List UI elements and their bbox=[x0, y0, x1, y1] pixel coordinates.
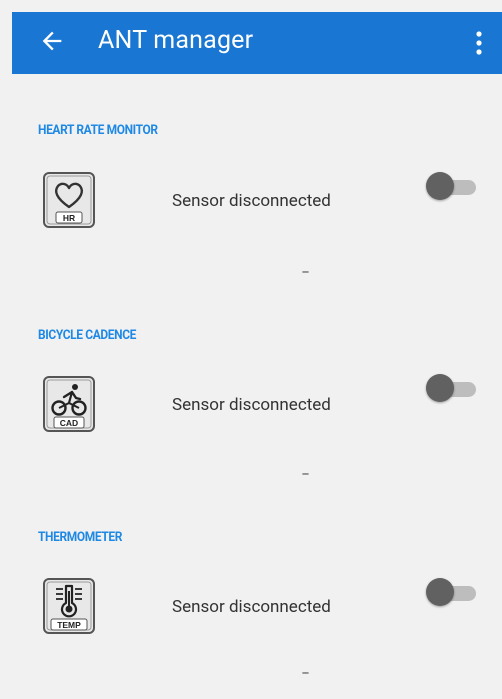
heart-rate-toggle[interactable] bbox=[426, 171, 478, 203]
heart-rate-icon: HR bbox=[42, 171, 96, 229]
icon-label: CAD bbox=[60, 418, 78, 428]
sensor-status: Sensor disconnected bbox=[172, 395, 331, 415]
app-bar: ANT manager bbox=[12, 12, 502, 74]
bicycle-cadence-icon: CAD bbox=[42, 375, 96, 433]
section-header-bicycle-cadence: BICYCLE CADENCE bbox=[38, 328, 137, 343]
section-header-thermometer: THERMOMETER bbox=[38, 530, 123, 545]
sensor-value: -- bbox=[302, 466, 309, 482]
section-header-heart-rate: HEART RATE MONITOR bbox=[38, 123, 158, 138]
sensor-value: -- bbox=[302, 665, 309, 681]
page-title: ANT manager bbox=[98, 26, 254, 55]
toggle-thumb bbox=[426, 172, 454, 200]
back-button[interactable] bbox=[38, 27, 66, 55]
more-vert-icon bbox=[476, 31, 482, 55]
sensor-status: Sensor disconnected bbox=[172, 597, 331, 617]
sensor-status: Sensor disconnected bbox=[172, 191, 331, 211]
icon-label: TEMP bbox=[57, 620, 81, 630]
toggle-thumb bbox=[426, 374, 454, 402]
thermometer-icon: TEMP bbox=[42, 577, 96, 635]
icon-label: HR bbox=[63, 213, 75, 223]
bicycle-cadence-toggle[interactable] bbox=[426, 373, 478, 405]
toggle-thumb bbox=[426, 578, 454, 606]
thermometer-toggle[interactable] bbox=[426, 577, 478, 609]
sensor-value: -- bbox=[302, 264, 309, 280]
overflow-menu-button[interactable] bbox=[474, 30, 484, 56]
arrow-back-icon bbox=[42, 31, 62, 51]
